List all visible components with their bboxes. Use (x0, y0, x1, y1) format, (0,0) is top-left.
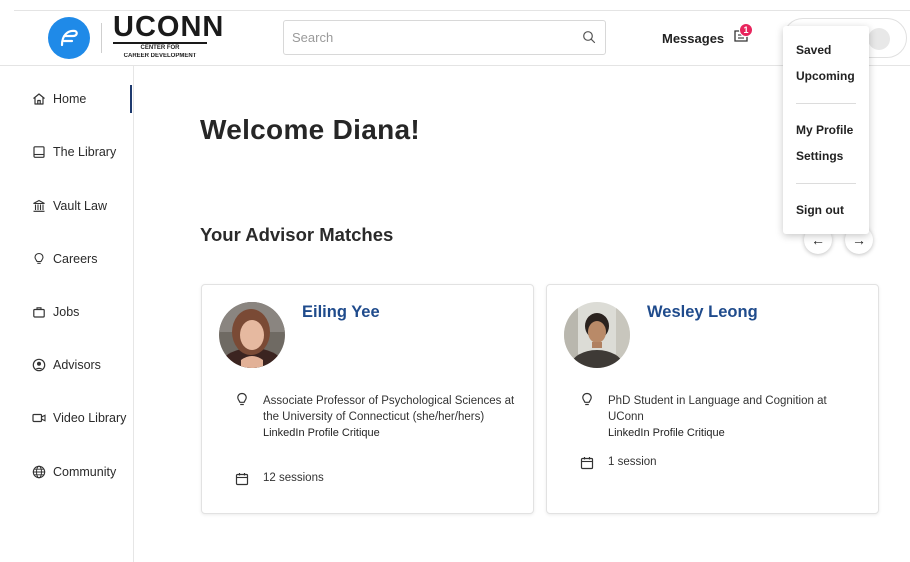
advisor-photo (564, 302, 630, 368)
advisor-card[interactable]: Eiling Yee Associate Professor of Psycho… (201, 284, 534, 514)
brand-logo-icon[interactable] (48, 17, 90, 59)
menu-item-sign-out[interactable]: Sign out (796, 203, 844, 217)
uconn-subtitle-2: CAREER DEVELOPMENT (123, 52, 197, 58)
sidebar-item-label: Advisors (53, 358, 101, 372)
search-icon[interactable] (582, 30, 596, 44)
book-icon (33, 146, 45, 158)
sidebar-item-library[interactable]: The Library (32, 142, 116, 162)
bank-icon (33, 199, 45, 212)
lightbulb-icon (237, 392, 247, 406)
sidebar: Home The Library Vault Law Careers Jobs … (0, 66, 134, 562)
advisor-role: Associate Professor of Psychological Sci… (263, 393, 518, 441)
advisor-service: LinkedIn Profile Critique (263, 427, 380, 439)
avatar (868, 28, 890, 50)
session-count: 12 sessions (263, 472, 324, 484)
advisor-name[interactable]: Eiling Yee (302, 303, 380, 322)
menu-item-my-profile[interactable]: My Profile (796, 123, 853, 137)
sidebar-item-label: The Library (53, 145, 117, 159)
home-icon (33, 93, 45, 105)
advisor-photo (219, 302, 285, 368)
sidebar-item-label: Jobs (53, 305, 80, 319)
menu-item-settings[interactable]: Settings (796, 149, 843, 163)
advisor-title: PhD Student in Language and Cognition at… (608, 395, 827, 423)
briefcase-icon (33, 307, 45, 318)
advisor-service: LinkedIn Profile Critique (608, 427, 725, 439)
sidebar-item-label: Video Library (53, 411, 127, 425)
menu-divider (796, 183, 856, 184)
sidebar-item-label: Community (53, 465, 117, 479)
advisor-card[interactable]: Wesley Leong PhD Student in Language and… (546, 284, 879, 514)
menu-item-saved[interactable]: Saved (796, 43, 831, 57)
messages-link[interactable]: Messages (662, 31, 724, 46)
uconn-wordmark: UCONN (113, 11, 225, 44)
app-root: UCONN CENTER FOR CAREER DEVELOPMENT Mess… (0, 0, 910, 562)
lightbulb-icon (34, 252, 44, 264)
sidebar-item-label: Careers (53, 252, 98, 266)
messages-badge: 1 (739, 23, 753, 37)
section-title: Your Advisor Matches (200, 224, 394, 245)
calendar-icon (580, 457, 594, 470)
sidebar-item-home[interactable]: Home (32, 89, 86, 109)
globe-icon (32, 465, 46, 479)
uconn-subtitle-1: CENTER FOR (140, 45, 180, 51)
active-indicator (130, 85, 132, 113)
sidebar-item-careers[interactable]: Careers (32, 249, 97, 269)
header: UCONN CENTER FOR CAREER DEVELOPMENT Mess… (0, 11, 910, 66)
sidebar-item-jobs[interactable]: Jobs (32, 302, 79, 322)
brand-divider (101, 23, 102, 53)
user-circle-icon (32, 358, 46, 372)
video-icon (32, 413, 46, 423)
profile-dropdown-menu: Saved Upcoming My Profile Settings Sign … (783, 26, 869, 234)
advisor-title: Associate Professor of Psychological Sci… (263, 395, 515, 423)
sidebar-item-label: Vault Law (53, 199, 107, 213)
uconn-logo[interactable]: UCONN CENTER FOR CAREER DEVELOPMENT (113, 11, 225, 58)
calendar-icon (235, 473, 249, 486)
sidebar-item-label: Home (53, 92, 87, 106)
lightbulb-icon (582, 392, 592, 406)
sidebar-item-video-library[interactable]: Video Library (32, 408, 126, 428)
menu-divider (796, 103, 856, 104)
session-count: 1 session (608, 456, 657, 468)
advisor-name[interactable]: Wesley Leong (647, 303, 758, 322)
page-title: Welcome Diana! (200, 114, 420, 145)
advisor-role: PhD Student in Language and Cognition at… (608, 393, 863, 441)
sidebar-item-advisors[interactable]: Advisors (32, 355, 101, 375)
sidebar-item-vault-law[interactable]: Vault Law (32, 196, 107, 216)
search-box (283, 20, 606, 55)
search-input[interactable] (284, 21, 564, 54)
sidebar-item-community[interactable]: Community (32, 462, 116, 482)
menu-item-upcoming[interactable]: Upcoming (796, 69, 855, 83)
